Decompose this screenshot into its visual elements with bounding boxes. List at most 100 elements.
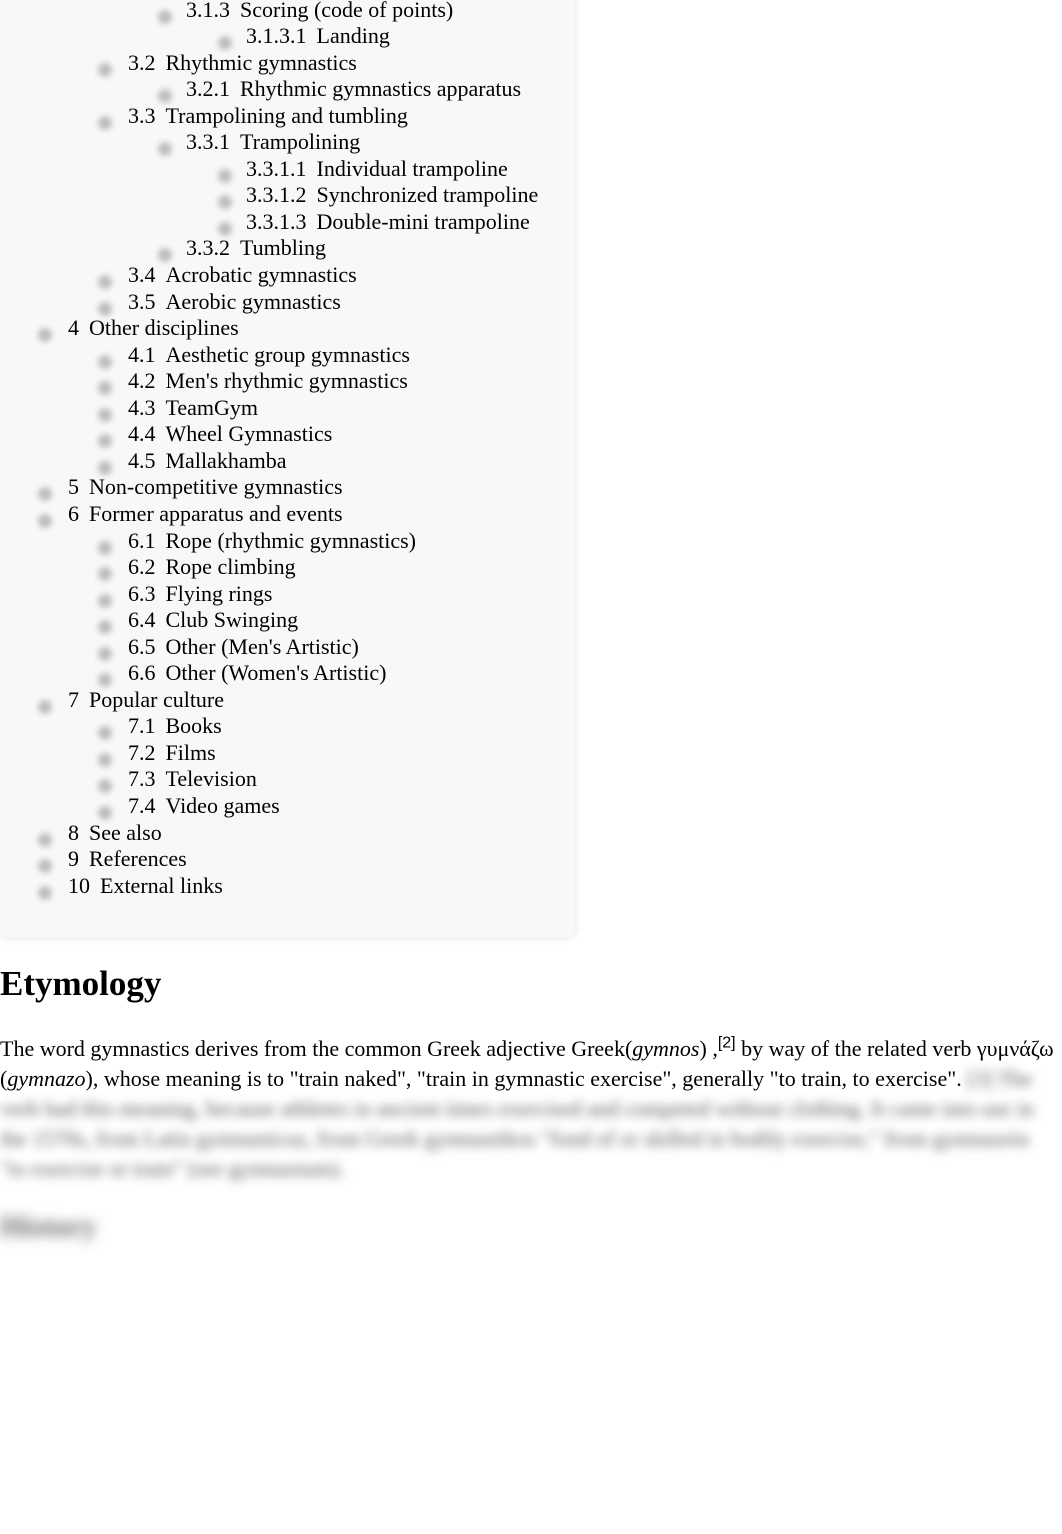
toc-number: 5 xyxy=(68,474,79,500)
section-heading-etymology: Etymology xyxy=(0,964,162,1003)
toc-number: 7.1 xyxy=(128,713,156,739)
toc-label: Trampolining and tumbling xyxy=(165,102,408,128)
bullet-icon xyxy=(218,195,232,210)
toc-link[interactable]: 3.5 Aerobic gymnastics xyxy=(128,288,341,315)
toc-link[interactable]: 9 References xyxy=(68,845,187,872)
bullet-icon xyxy=(158,142,172,157)
toc-link[interactable]: 6.6 Other (Women's Artistic) xyxy=(128,659,386,686)
toc-link[interactable]: 7 Popular culture xyxy=(68,686,224,713)
toc-label: Rhythmic gymnastics apparatus xyxy=(240,76,522,102)
toc-label: Rhythmic gymnastics xyxy=(165,49,357,75)
toc-number: 6.2 xyxy=(128,554,156,580)
toc-number: 4.4 xyxy=(128,421,156,447)
text: ), whose meaning is to "train naked", "t… xyxy=(85,1066,962,1091)
section-heading-history: History xyxy=(0,1210,97,1243)
toc-number: 3.2.1 xyxy=(186,76,230,102)
bullet-icon xyxy=(98,540,112,555)
toc-label: Other disciplines xyxy=(89,315,239,341)
toc-number: 4.3 xyxy=(128,394,156,420)
toc-number: 6.1 xyxy=(128,527,156,553)
toc-label: Men's rhythmic gymnastics xyxy=(165,368,408,394)
toc-label: Individual trampoline xyxy=(316,155,508,181)
bullet-icon xyxy=(38,859,52,874)
toc-link[interactable]: 3.2.1 Rhythmic gymnastics apparatus xyxy=(186,75,521,102)
toc-link[interactable]: 3.3.1 Trampolining xyxy=(186,128,360,155)
toc-number: 4.1 xyxy=(128,341,156,367)
toc-label: Aesthetic group gymnastics xyxy=(165,341,410,367)
toc-number: 3.3.1.3 xyxy=(246,208,307,234)
toc-number: 3.5 xyxy=(128,288,156,314)
toc-link[interactable]: 4.2 Men's rhythmic gymnastics xyxy=(128,367,408,394)
bullet-icon xyxy=(98,115,112,130)
bullet-icon xyxy=(98,354,112,369)
toc-label: Flying rings xyxy=(165,580,273,606)
toc-link[interactable]: 3.1.3.1 Landing xyxy=(246,22,390,49)
toc-label: Wheel Gymnastics xyxy=(165,421,333,447)
toc-link[interactable]: 6.1 Rope (rhythmic gymnastics) xyxy=(128,527,416,554)
toc-link[interactable]: 3.3.1.2 Synchronized trampoline xyxy=(246,181,538,208)
toc-label: Rope climbing xyxy=(165,554,296,580)
toc-number: 3.4 xyxy=(128,262,156,287)
toc-label: Aerobic gymnastics xyxy=(165,288,341,314)
toc-label: Popular culture xyxy=(89,686,225,712)
toc-number: 4 xyxy=(68,315,79,341)
toc-link[interactable]: 3.2 Rhythmic gymnastics xyxy=(128,49,357,76)
toc-link[interactable]: 6.2 Rope climbing xyxy=(128,553,296,580)
toc-link[interactable]: 7.1 Books xyxy=(128,712,222,739)
toc-link[interactable]: 3.3.1.1 Individual trampoline xyxy=(246,155,508,182)
bullet-icon xyxy=(98,620,112,635)
bullet-icon xyxy=(38,487,52,502)
toc-number: 3.3.1.1 xyxy=(246,155,307,181)
toc-link[interactable]: 6 Former apparatus and events xyxy=(68,500,343,527)
bullet-icon xyxy=(98,726,112,741)
bullet-icon xyxy=(98,567,112,582)
toc-label: Television xyxy=(165,766,257,792)
bullet-icon xyxy=(218,168,232,183)
toc-number: 8 xyxy=(68,819,79,845)
toc-number: 9 xyxy=(68,846,79,872)
toc-link[interactable]: 4 Other disciplines xyxy=(68,314,239,341)
toc-link[interactable]: 3.3 Trampolining and tumbling xyxy=(128,102,408,129)
toc-link[interactable]: 10 External links xyxy=(68,872,223,899)
toc-label: Scoring (code of points) xyxy=(240,0,454,22)
toc-label: Tumbling xyxy=(240,235,327,261)
toc-link[interactable]: 6.3 Flying rings xyxy=(128,580,272,607)
bullet-icon xyxy=(98,381,112,396)
toc-label: Non-competitive gymnastics xyxy=(89,474,343,500)
text: ) , xyxy=(699,1036,718,1061)
toc-link[interactable]: 3.1.3 Scoring (code of points) xyxy=(186,0,453,23)
toc-link[interactable]: 5 Non-competitive gymnastics xyxy=(68,473,343,500)
toc-label: See also xyxy=(89,819,162,845)
bullet-icon xyxy=(98,62,112,77)
toc-number: 3.1.3 xyxy=(186,0,230,22)
toc-number: 6.5 xyxy=(128,633,156,659)
toc-link[interactable]: 7.3 Television xyxy=(128,765,257,792)
toc-link[interactable]: 4.3 TeamGym xyxy=(128,394,258,421)
toc-label: Acrobatic gymnastics xyxy=(165,262,357,287)
toc-link[interactable]: 8 See also xyxy=(68,819,162,846)
toc-label: Rope (rhythmic gymnastics) xyxy=(165,527,417,553)
toc-link[interactable]: 6.5 Other (Men's Artistic) xyxy=(128,633,359,660)
toc-label: External links xyxy=(100,872,223,898)
toc-link[interactable]: 7.4 Video games xyxy=(128,792,280,819)
toc-number: 3.3 xyxy=(128,102,156,128)
toc-link[interactable]: 4.4 Wheel Gymnastics xyxy=(128,420,332,447)
italic-term: gymnazo xyxy=(7,1066,86,1091)
toc-link[interactable]: 3.3.1.3 Double-mini trampoline xyxy=(246,208,530,235)
citation-link[interactable]: [2] xyxy=(718,1035,736,1052)
toc-number: 3.3.1.2 xyxy=(246,182,307,208)
toc-label: TeamGym xyxy=(165,394,259,420)
table-of-contents: 3.1.3 Scoring (code of points) 3.1.3.1 Land… xyxy=(0,0,575,938)
toc-link[interactable]: 4.5 Mallakhamba xyxy=(128,447,286,474)
toc-label: Former apparatus and events xyxy=(89,500,343,526)
toc-link[interactable]: 7.2 Films xyxy=(128,739,216,766)
toc-link[interactable]: 3.3.2 Tumbling xyxy=(186,234,326,261)
bullet-icon xyxy=(158,9,172,24)
toc-link[interactable]: 6.4 Club Swinging xyxy=(128,606,298,633)
toc-number: 3.3.1 xyxy=(186,129,230,155)
toc-link[interactable]: 4.1 Aesthetic group gymnastics xyxy=(128,341,410,368)
toc-label: Landing xyxy=(316,23,390,49)
bullet-icon xyxy=(98,434,112,449)
toc-number: 6 xyxy=(68,500,79,526)
toc-link[interactable]: 3.4 Acrobatic gymnastics xyxy=(128,261,357,288)
